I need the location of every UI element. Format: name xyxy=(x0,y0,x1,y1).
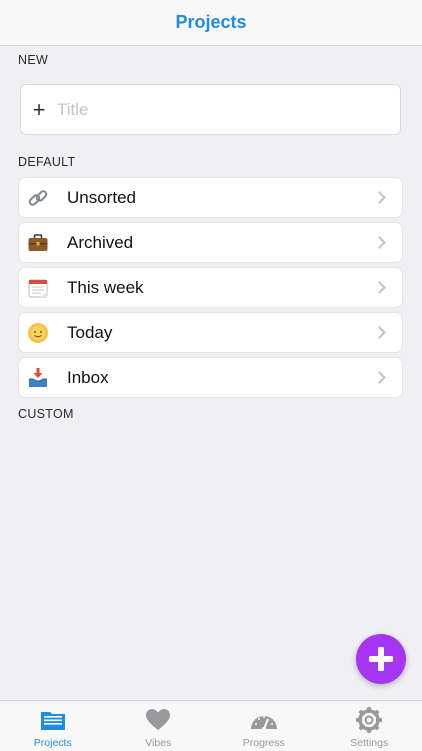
list-item-label: This week xyxy=(67,278,375,298)
plus-icon: + xyxy=(31,99,47,121)
chevron-right-icon xyxy=(373,191,386,204)
tab-label: Vibes xyxy=(145,737,171,749)
list-item-label: Archived xyxy=(67,233,375,253)
section-header-default: DEFAULT xyxy=(18,155,75,169)
list-item-inbox[interactable]: Inbox xyxy=(19,358,402,397)
tab-projects[interactable]: Projects xyxy=(0,701,106,751)
sun-icon xyxy=(27,322,49,344)
chevron-right-icon xyxy=(373,236,386,249)
list-item-label: Today xyxy=(67,323,375,343)
list-item-label: Unsorted xyxy=(67,188,375,208)
tab-settings[interactable]: Settings xyxy=(317,701,422,751)
gear-icon xyxy=(355,705,383,735)
calendar-icon xyxy=(27,277,49,299)
chevron-right-icon xyxy=(373,326,386,339)
tab-progress[interactable]: Progress xyxy=(211,701,317,751)
gauge-icon xyxy=(249,705,279,735)
tab-label: Settings xyxy=(350,737,388,749)
tab-vibes[interactable]: Vibes xyxy=(106,701,212,751)
chevron-right-icon xyxy=(373,281,386,294)
inbox-tray-icon xyxy=(27,367,49,389)
folder-icon xyxy=(39,705,67,735)
briefcase-icon xyxy=(27,232,49,254)
section-header-new: NEW xyxy=(18,53,48,67)
list-item-today[interactable]: Today xyxy=(19,313,402,352)
list-item-archived[interactable]: Archived xyxy=(19,223,402,262)
add-project-button[interactable] xyxy=(356,634,406,684)
navigation-bar: Projects xyxy=(0,0,422,46)
tab-label: Projects xyxy=(34,737,72,749)
list-item-label: Inbox xyxy=(67,368,375,388)
new-project-field[interactable]: + xyxy=(20,84,401,135)
section-header-custom: CUSTOM xyxy=(18,407,74,421)
tab-label: Progress xyxy=(243,737,285,749)
project-title-input[interactable] xyxy=(55,99,379,121)
plus-icon xyxy=(367,645,395,673)
link-icon xyxy=(27,187,49,209)
page-title: Projects xyxy=(175,12,246,33)
list-item-this-week[interactable]: This week xyxy=(19,268,402,307)
list-item-unsorted[interactable]: Unsorted xyxy=(19,178,402,217)
heart-icon xyxy=(145,705,171,735)
chevron-right-icon xyxy=(373,371,386,384)
tab-bar: Projects Vibes Progress xyxy=(0,700,422,751)
